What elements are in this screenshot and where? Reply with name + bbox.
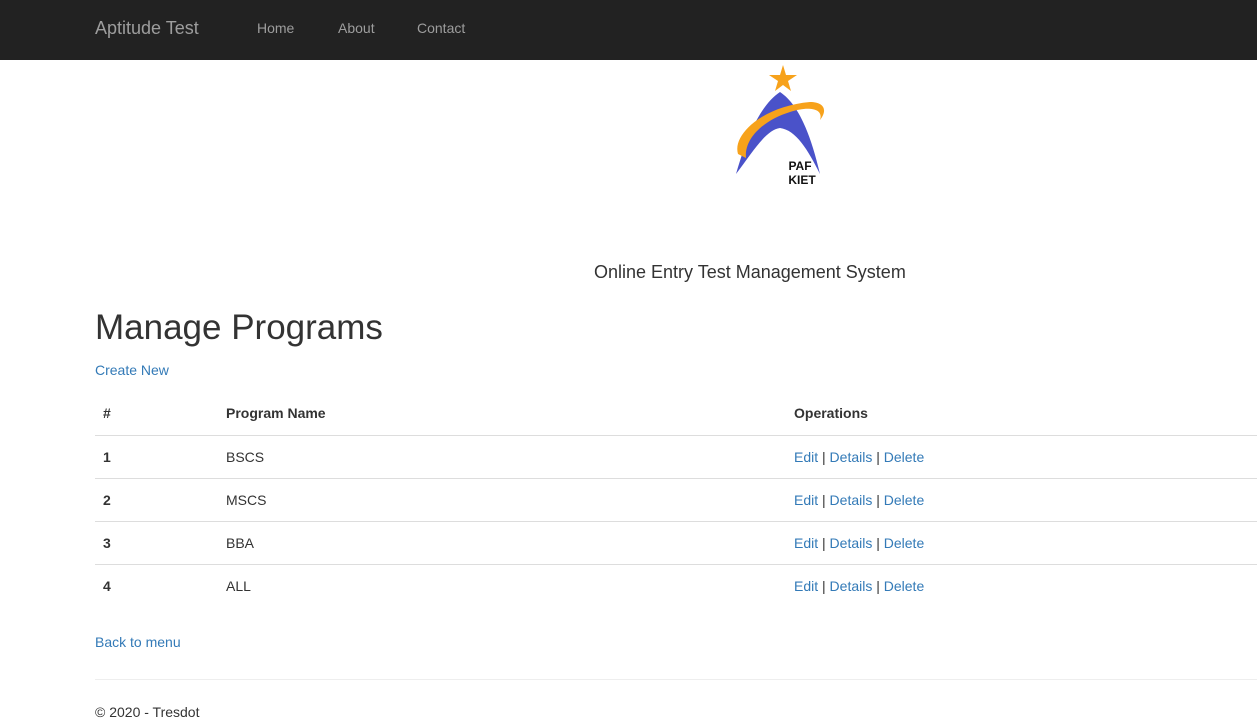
header-number: #: [95, 391, 218, 436]
separator: |: [822, 449, 826, 465]
separator: |: [822, 535, 826, 551]
table-row: 4 ALL Edit | Details | Delete: [95, 564, 1257, 607]
row-number: 3: [95, 521, 218, 565]
footer-copyright: © 2020 - Tresdot: [95, 704, 200, 720]
separator: |: [876, 578, 880, 594]
table-header-row: # Program Name Operations: [95, 391, 1257, 436]
delete-link[interactable]: Delete: [884, 492, 924, 508]
edit-link[interactable]: Edit: [794, 535, 818, 551]
edit-link[interactable]: Edit: [794, 578, 818, 594]
logo-line-kiet: KIET: [788, 173, 816, 187]
create-new-link[interactable]: Create New: [95, 362, 169, 378]
brand-link[interactable]: Aptitude Test: [95, 18, 199, 39]
row-operations: Edit | Details | Delete: [786, 564, 1257, 607]
program-name: BBA: [218, 521, 786, 565]
separator: |: [876, 492, 880, 508]
table-row: 2 MSCS Edit | Details | Delete: [95, 478, 1257, 522]
program-name: BSCS: [226, 449, 265, 465]
top-navbar: Aptitude Test Home About Contact: [0, 0, 1257, 60]
separator: |: [822, 492, 826, 508]
edit-link[interactable]: Edit: [794, 492, 818, 508]
logo-line-paf: PAF: [788, 159, 811, 173]
delete-link[interactable]: Delete: [884, 578, 924, 594]
details-link[interactable]: Details: [830, 449, 873, 465]
row-number: 4: [95, 564, 218, 607]
program-name: MSCS: [218, 478, 786, 522]
row-operations: Edit | Details | Delete: [786, 521, 1257, 565]
details-link[interactable]: Details: [830, 535, 873, 551]
nav-home-link[interactable]: Home: [257, 20, 294, 36]
header-program-name: Program Name: [218, 391, 786, 436]
program-name: ALL: [218, 564, 786, 607]
footer-divider: [95, 679, 1257, 680]
back-to-menu-link[interactable]: Back to menu: [95, 634, 181, 650]
separator: |: [822, 578, 826, 594]
nav-contact-link[interactable]: Contact: [417, 20, 465, 36]
separator: |: [876, 449, 880, 465]
row-operations: Edit | Details | Delete: [786, 436, 1257, 479]
row-operations: Edit | Details | Delete: [786, 478, 1257, 522]
separator: |: [876, 535, 880, 551]
delete-link[interactable]: Delete: [884, 449, 924, 465]
system-subtitle: Online Entry Test Management System: [594, 262, 906, 282]
programs-table: # Program Name Operations 1 BSCS Edit | …: [95, 391, 1257, 607]
paf-kiet-logo-icon: PAF KIET: [736, 65, 825, 187]
nav-about-link[interactable]: About: [338, 20, 375, 36]
table-row: 1 BSCS Edit | Details | Delete: [95, 436, 1257, 479]
delete-link[interactable]: Delete: [884, 535, 924, 551]
header-operations: Operations: [786, 391, 1257, 436]
row-number: 1: [103, 449, 111, 465]
details-link[interactable]: Details: [830, 492, 873, 508]
details-link[interactable]: Details: [830, 578, 873, 594]
row-number: 2: [95, 478, 218, 522]
page-title: Manage Programs: [95, 308, 383, 347]
edit-link[interactable]: Edit: [794, 449, 818, 465]
table-row: 3 BBA Edit | Details | Delete: [95, 521, 1257, 565]
